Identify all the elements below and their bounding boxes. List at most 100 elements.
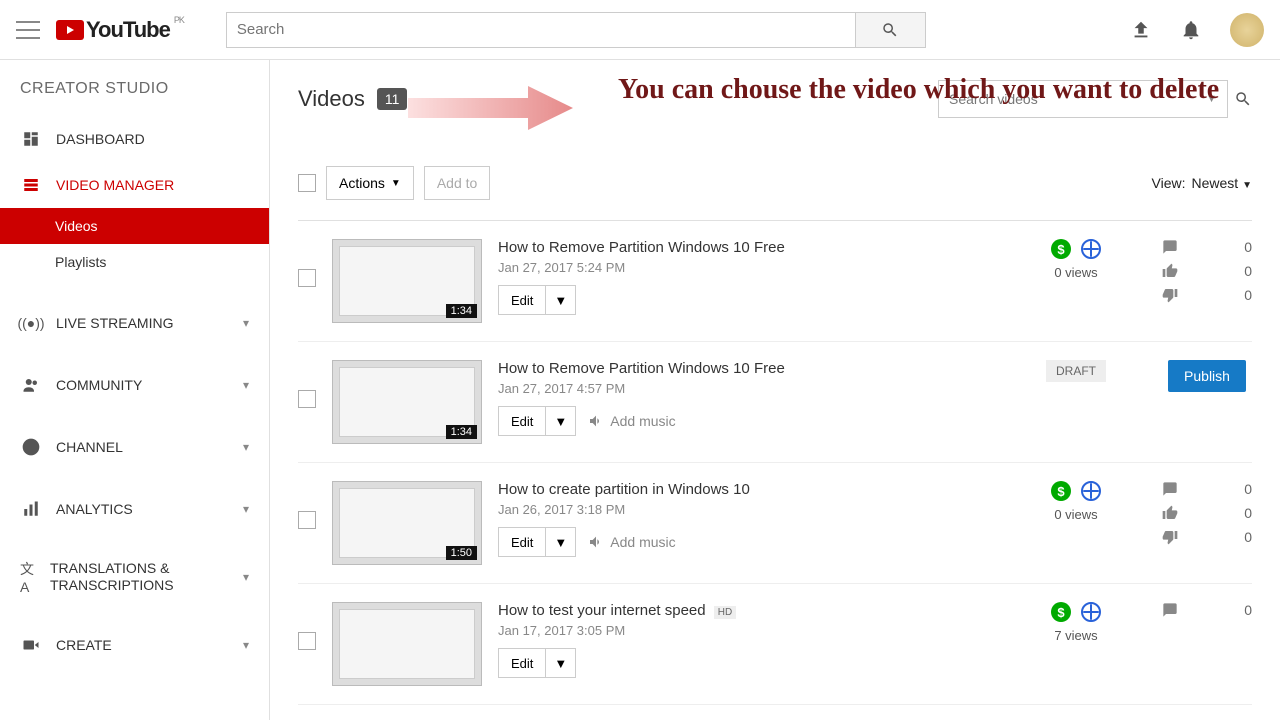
video-title[interactable]: How to test your internet speed HD (498, 602, 818, 619)
search-box (226, 12, 926, 48)
sidebar-item-community[interactable]: COMMUNITY ▾ (0, 362, 269, 408)
public-icon[interactable] (1081, 481, 1101, 501)
monetized-icon[interactable]: $ (1051, 481, 1071, 501)
content-area: Videos 11 You can chouse the video which… (270, 60, 1280, 720)
chevron-down-icon: ▾ (243, 440, 249, 454)
likes-stat: 0 (1162, 505, 1252, 521)
video-checkbox[interactable] (298, 511, 316, 529)
play-icon (56, 20, 84, 40)
comments-stat: 0 (1162, 602, 1252, 618)
dislikes-stat: 0 (1162, 287, 1252, 303)
sidebar-item-channel[interactable]: CHANNEL ▾ (0, 424, 269, 470)
video-title[interactable]: How to Remove Partition Windows 10 Free (498, 360, 818, 377)
youtube-logo[interactable]: YouTube PK (56, 17, 170, 43)
edit-button[interactable]: Edit (498, 285, 545, 315)
sidebar-label: CREATE (56, 637, 112, 653)
public-icon[interactable] (1081, 239, 1101, 259)
video-row: 1:34 How to Remove Partition Windows 10 … (298, 342, 1252, 463)
monetized-icon[interactable]: $ (1051, 602, 1071, 622)
video-row: 1:34 How to Remove Partition Windows 10 … (298, 221, 1252, 342)
notifications-icon[interactable] (1180, 19, 1202, 41)
video-checkbox[interactable] (298, 632, 316, 650)
account-avatar[interactable] (1230, 13, 1264, 47)
sidebar-item-video-manager[interactable]: VIDEO MANAGER (0, 162, 269, 208)
edit-button[interactable]: Edit (498, 648, 545, 678)
comments-stat: 0 (1162, 481, 1252, 497)
public-icon[interactable] (1081, 602, 1101, 622)
video-thumbnail[interactable]: 1:34 (332, 360, 482, 444)
upload-icon[interactable] (1130, 19, 1152, 41)
sidebar-item-analytics[interactable]: ANALYTICS ▾ (0, 486, 269, 532)
edit-dropdown[interactable]: ▼ (545, 285, 576, 315)
sidebar-sub-videos[interactable]: Videos (0, 208, 269, 244)
select-all-checkbox[interactable] (298, 174, 316, 192)
video-date: Jan 26, 2017 3:18 PM (498, 502, 818, 517)
view-count: 0 views (1054, 265, 1097, 280)
add-music-button[interactable]: Add music (588, 534, 675, 550)
video-title[interactable]: How to Remove Partition Windows 10 Free (498, 239, 818, 256)
edit-button[interactable]: Edit (498, 527, 545, 557)
search-videos-input[interactable]: Search videos ▼ (938, 80, 1228, 118)
sidebar-label: ANALYTICS (56, 501, 133, 517)
search-videos-icon[interactable] (1234, 90, 1252, 108)
page-title: Videos (298, 86, 365, 112)
like-icon (1162, 505, 1178, 521)
like-icon (1162, 263, 1178, 279)
search-videos-placeholder: Search videos (949, 91, 1038, 107)
edit-split-button: Edit ▼ (498, 406, 576, 436)
dashboard-icon (20, 128, 42, 150)
video-date: Jan 27, 2017 4:57 PM (498, 381, 818, 396)
logo-text: YouTube (86, 17, 170, 43)
menu-icon[interactable] (16, 21, 40, 39)
sidebar-item-live-streaming[interactable]: ((●)) LIVE STREAMING ▾ (0, 300, 269, 346)
sidebar-item-create[interactable]: CREATE ▾ (0, 622, 269, 668)
publish-button[interactable]: Publish (1168, 360, 1246, 392)
community-icon (20, 374, 42, 396)
video-thumbnail[interactable]: 1:34 (332, 239, 482, 323)
draft-badge: DRAFT (1046, 360, 1106, 382)
video-manager-icon (20, 174, 42, 196)
video-row: 1:50 How to create partition in Windows … (298, 463, 1252, 584)
sidebar-sub-playlists[interactable]: Playlists (0, 244, 269, 280)
edit-dropdown[interactable]: ▼ (545, 527, 576, 557)
video-checkbox[interactable] (298, 269, 316, 287)
annotation-arrow (398, 78, 578, 138)
edit-button[interactable]: Edit (498, 406, 545, 436)
video-thumbnail[interactable]: 1:50 (332, 481, 482, 565)
chevron-down-icon: ▾ (243, 638, 249, 652)
view-label: View: (1152, 175, 1186, 191)
monetized-icon[interactable]: $ (1051, 239, 1071, 259)
sort-dropdown[interactable]: Newest ▼ (1192, 175, 1252, 191)
chevron-down-icon: ▾ (243, 502, 249, 516)
video-date: Jan 17, 2017 3:05 PM (498, 623, 818, 638)
video-thumbnail[interactable] (332, 602, 482, 686)
video-date: Jan 27, 2017 5:24 PM (498, 260, 818, 275)
topbar-right (1130, 13, 1264, 47)
sidebar-label: LIVE STREAMING (56, 315, 173, 331)
music-icon (588, 534, 604, 550)
dislike-icon (1162, 287, 1178, 303)
edit-dropdown[interactable]: ▼ (545, 406, 576, 436)
add-music-button[interactable]: Add music (588, 413, 675, 429)
search-button[interactable] (856, 12, 926, 48)
video-title[interactable]: How to create partition in Windows 10 (498, 481, 818, 498)
edit-split-button: Edit ▼ (498, 285, 576, 315)
sidebar-item-translations[interactable]: 文A TRANSLATIONS & TRANSCRIPTIONS ▾ (0, 548, 269, 606)
sidebar-label: CHANNEL (56, 439, 123, 455)
video-duration: 1:34 (446, 425, 477, 439)
search-input[interactable] (226, 12, 856, 48)
view-count: 7 views (1054, 628, 1097, 643)
actions-dropdown[interactable]: Actions▼ (326, 166, 414, 200)
video-row: How to test your internet speed HD Jan 1… (298, 584, 1252, 705)
sidebar-item-dashboard[interactable]: DASHBOARD (0, 116, 269, 162)
live-streaming-icon: ((●)) (20, 312, 42, 334)
add-to-button[interactable]: Add to (424, 166, 490, 200)
top-bar: YouTube PK (0, 0, 1280, 60)
edit-dropdown[interactable]: ▼ (545, 648, 576, 678)
video-duration: 1:50 (446, 546, 477, 560)
comments-stat: 0 (1162, 239, 1252, 255)
video-checkbox[interactable] (298, 390, 316, 408)
likes-stat: 0 (1162, 263, 1252, 279)
chevron-down-icon: ▾ (243, 570, 249, 584)
translations-icon: 文A (20, 566, 36, 588)
